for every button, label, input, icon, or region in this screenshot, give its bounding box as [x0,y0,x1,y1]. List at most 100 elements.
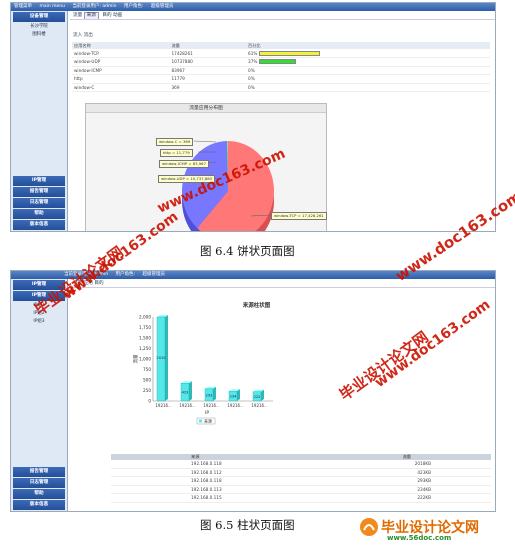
x-tick-label: 19216.. [155,403,170,408]
flow-table-row: window-ICMP 83967 0% [72,66,490,75]
percent-text: 61% [248,50,258,56]
nav-device-management[interactable]: 设备管理 [13,12,65,22]
bar-side [237,389,240,401]
direction-radio-group[interactable]: 流入 流出 [73,32,495,38]
tab-destination[interactable]: 目的 [102,13,111,18]
menu-subtitle: main menu [39,4,65,9]
percent-cell: 0% [246,74,490,84]
nav-help[interactable]: 帮助 [13,209,65,219]
y-tick-label: 1,000 [139,357,151,362]
bar-chart-panel: 来源柱状图 0 250 500 750 1,000 1,250 1,500 1,750 2,00… [129,301,384,448]
y-tick-label: 2,000 [139,315,151,320]
nav-report-management[interactable]: 报告管理 [13,187,65,197]
nav-version-info-2[interactable]: 版本信息 [13,500,65,510]
percent-bar [259,59,297,65]
pie-chart-title: 流量应用分布图 [86,104,326,113]
pie-tooltip: http = 11,779 [160,149,193,157]
pie-tooltip: window-ICMP = 83,967 [159,160,209,168]
logo-url: www.56doc.com [387,534,452,542]
legend-label: 来源 [204,418,212,424]
source-ip-cell: 192.168.0.112 [191,469,222,475]
app-name-cell: window-C [72,83,170,92]
y-tick-label: 1,500 [139,336,151,341]
app-name-cell: http [72,74,170,84]
percent-cell: 61% [246,49,490,58]
nav-log-management-2[interactable]: 日志管理 [13,478,65,488]
source-table: 来源 流量 192.168.0.118 2018KB 192.168.0.112 42… [111,454,491,503]
col-percent: 百分比 [246,42,490,49]
top-bar: 管理菜单 main menu 当前登录用户: admin 用户角色: 超级管理员 [11,3,495,11]
user-role-2: 超级管理员 [142,272,165,277]
source-table-body: 192.168.0.118 2018KB 192.168.0.112 423KB 192… [111,460,491,503]
source-ip-cell: 192.168.0.118 [191,478,222,483]
source-ip-cell: 192.168.0.113 [191,486,222,492]
tab-flow[interactable]: 流量 [73,13,82,18]
y-tick-label: 500 [143,378,151,383]
bar-page-screenshot: 当前登录用户: admin 用户角色: 超级管理员 IP管理 IP管理 IP组1… [10,270,496,512]
pie-tooltip: window-TCP = 17,428,261 [271,212,327,220]
flow-table-row: window-TCP 17428261 61% [72,49,490,58]
percent-text: 0% [248,67,255,73]
tab-source[interactable]: 来源 [83,12,99,19]
percent-bar [256,76,258,82]
caption-figure-6-4: 图 6.4 饼状页面图 [200,244,295,258]
user-role-label: 用户角色: [123,4,144,9]
source-table-row: 192.168.0.118 293KB [111,477,491,486]
percent-text: 0% [248,76,255,82]
bar-data-label: 293 [206,393,213,397]
nav-item-ip-group-3[interactable]: IP组3 [11,318,67,326]
pie-page-screenshot: 管理菜单 main menu 当前登录用户: admin 用户角色: 超级管理员… [10,2,496,232]
source-ip-cell: 192.168.0.118 [191,461,222,466]
source-flow-cell: 293KB [417,478,431,483]
x-tick-label: 19216.. [179,403,194,408]
percent-cell: 0% [246,66,490,75]
percent-bar [259,50,321,56]
y-tick-label: 1,750 [139,325,151,330]
source-ip-cell: 192.168.0.115 [191,495,222,500]
nav-version-info[interactable]: 版本信息 [13,220,65,230]
flow-cell: 369 [169,83,247,92]
nav-item-school[interactable]: 长沙学院 [11,23,67,31]
source-flow-cell: 234KB [417,486,431,492]
source-flow-cell: 423KB [417,469,431,475]
percent-text: 37% [248,59,258,65]
source-table-row: 192.168.0.115 222KB [111,494,491,503]
tab-animation[interactable]: 动画 [113,13,122,18]
nav-item-building[interactable]: 图科楼 [11,31,67,39]
bar-data-label: 222 [254,395,261,399]
app-name-cell: window-ICMP [72,66,170,75]
percent-bar [256,84,258,90]
flow-table-row: http 11779 0% [72,74,490,84]
nav-report-management-2[interactable]: 报告管理 [13,467,65,477]
toolbar-2: 流量 应用 目的 [70,279,495,288]
caption-figure-6-5: 图 6.5 柱状页面图 [200,518,295,532]
col-flow: 流量 [169,42,247,49]
user-role-label-2: 用户角色: [115,272,136,277]
y-tick-label: 0 [148,399,151,404]
flow-cell: 10737880 [169,57,247,67]
logo-mark-icon [360,518,378,536]
pie-chart-panel: 流量应用分布图 window-C = 369 http = 11,779 windo… [85,103,327,231]
y-tick-label: 1,250 [139,346,151,351]
flow-table-row: window-C 369 0% [72,83,490,92]
nav-help-2[interactable]: 帮助 [13,489,65,499]
y-tick-label: 750 [143,367,151,372]
sidebar-bottom-nav-2: 报告管理 日志管理 帮助 版本信息 [11,466,67,511]
flow-table: 应用名称 流量 百分比 window-TCP 17428261 61% window-… [72,42,490,92]
bar-data-label: 423 [182,391,189,395]
col-app-name: 应用名称 [72,42,170,49]
nav-log-management[interactable]: 日志管理 [13,198,65,208]
bar-data-label: 234 [230,395,238,399]
source-flow-cell: 2018KB [414,461,431,466]
x-tick-label: 19216.. [227,403,242,408]
app-name-cell: window-TCP [72,49,170,58]
flow-cell: 17428261 [169,49,247,58]
bar-side [213,386,216,401]
tooltip-connector [193,140,217,143]
sidebar-bottom-nav: IP管理 报告管理 日志管理 帮助 版本信息 [11,175,67,231]
source-table-row: 192.168.0.118 2018KB [111,460,491,469]
toolbar: 流量 来源 目的 动画 [70,11,495,20]
nav-ip-management[interactable]: IP管理 [13,176,65,186]
login-user: 当前登录用户: admin [72,4,117,9]
legend-swatch [199,419,202,423]
